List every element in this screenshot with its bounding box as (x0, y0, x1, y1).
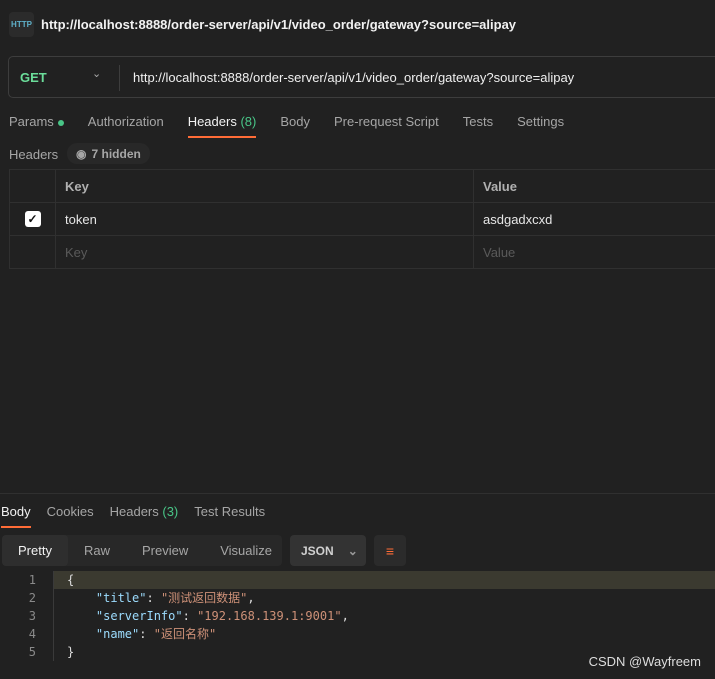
chevron-down-icon: ⌄ (347, 543, 358, 558)
format-label: JSON (301, 543, 334, 558)
tab-label: Headers (187, 114, 237, 129)
line-number: 5 (28, 645, 36, 659)
header-key[interactable]: token (55, 202, 474, 236)
hidden-headers-toggle[interactable]: ◉ 7 hidden (67, 143, 150, 164)
line-number: 1 (28, 573, 36, 587)
table-row: ✓ token asdgadxcxd (9, 202, 715, 236)
request-tabs: Params Authorization Headers (8) Body Pr… (9, 114, 588, 138)
table-header-row: Key Value (9, 169, 715, 203)
table-row-empty: Key Value (9, 235, 715, 269)
checkbox-checked-icon[interactable]: ✓ (24, 211, 41, 227)
code-line: 2 "title": "测试返回数据", (0, 589, 715, 607)
view-preview[interactable]: Preview (126, 535, 204, 566)
code-token: { (67, 573, 75, 587)
line-number: 4 (28, 627, 36, 641)
code-token: : (182, 609, 198, 623)
code-token: : (139, 627, 154, 641)
tab-headers[interactable]: Headers (8) (187, 114, 257, 138)
url-input[interactable]: http://localhost:8888/order-server/api/v… (133, 70, 574, 85)
code-text: { (53, 571, 715, 589)
tab-label: Headers (109, 504, 159, 519)
code-token: : (146, 591, 161, 605)
code-text: "name": "返回名称" (53, 625, 715, 643)
line-number: 3 (28, 609, 36, 623)
eye-icon: ◉ (76, 146, 87, 161)
view-pretty[interactable]: Pretty (2, 535, 68, 566)
wrap-lines-icon[interactable]: ≡ (374, 535, 406, 566)
headers-count: (8) (240, 114, 257, 129)
tab-response-headers[interactable]: Headers (3) (110, 504, 179, 519)
view-raw[interactable]: Raw (68, 535, 126, 566)
params-active-dot (57, 119, 64, 126)
code-token: "serverInfo" (95, 609, 183, 623)
code-text: "serverInfo": "192.168.139.1:9001", (53, 607, 715, 625)
code-token: } (67, 645, 75, 659)
line-number: 2 (28, 591, 36, 605)
code-token: "测试返回数据" (160, 591, 248, 605)
header-value[interactable]: asdgadxcxd (473, 202, 715, 236)
tab-authorization[interactable]: Authorization (88, 114, 164, 129)
url-bar: GET ⌄ http://localhost:8888/order-server… (8, 56, 715, 98)
code-token: "title" (95, 591, 147, 605)
tab-pre-request-script[interactable]: Pre-request Script (334, 114, 439, 129)
code-token: "name" (95, 627, 140, 641)
headers-count: (3) (162, 504, 179, 519)
code-token: "192.168.139.1:9001" (197, 609, 342, 623)
code-token: , (247, 591, 255, 605)
code-line: 3 "serverInfo": "192.168.139.1:9001", (0, 607, 715, 625)
http-request-icon: HTTP (9, 12, 34, 37)
tab-settings[interactable]: Settings (517, 114, 564, 129)
watermark: CSDN @Wayfreem (588, 654, 701, 669)
tab-response-body[interactable]: Body (1, 504, 31, 528)
headers-table: Key Value ✓ token asdgadxcxd Key Value (9, 169, 715, 269)
view-visualize[interactable]: Visualize (204, 535, 288, 566)
code-text: "title": "测试返回数据", (53, 589, 715, 607)
column-key: Key (55, 169, 474, 203)
chevron-down-icon[interactable]: ⌄ (92, 67, 101, 80)
tab-test-results[interactable]: Test Results (194, 504, 265, 519)
method-select[interactable]: GET (20, 70, 47, 85)
tab-params[interactable]: Params (9, 114, 64, 129)
key-input[interactable]: Key (55, 235, 474, 269)
divider (119, 65, 120, 91)
pane-divider[interactable] (0, 493, 715, 494)
value-input[interactable]: Value (473, 235, 715, 269)
column-value: Value (473, 169, 715, 203)
code-token: "返回名称" (153, 627, 217, 641)
view-mode-selector: Pretty Raw Preview Visualize (2, 535, 282, 566)
tab-cookies[interactable]: Cookies (47, 504, 94, 519)
request-title[interactable]: http://localhost:8888/order-server/api/v… (41, 17, 516, 32)
code-token: , (341, 609, 349, 623)
hidden-label: 7 hidden (91, 146, 141, 161)
headers-label: Headers (9, 147, 59, 162)
tab-tests[interactable]: Tests (463, 114, 493, 129)
code-line: 1{ (0, 571, 715, 589)
tab-body[interactable]: Body (280, 114, 310, 129)
format-select[interactable]: JSON ⌄ (290, 535, 366, 566)
response-tabs: Body Cookies Headers (3) Test Results (1, 504, 281, 528)
code-line: 4 "name": "返回名称" (0, 625, 715, 643)
response-body-code[interactable]: 1{2 "title": "测试返回数据", 3 "serverInfo": "1… (0, 571, 715, 661)
tab-label: Params (9, 114, 54, 129)
